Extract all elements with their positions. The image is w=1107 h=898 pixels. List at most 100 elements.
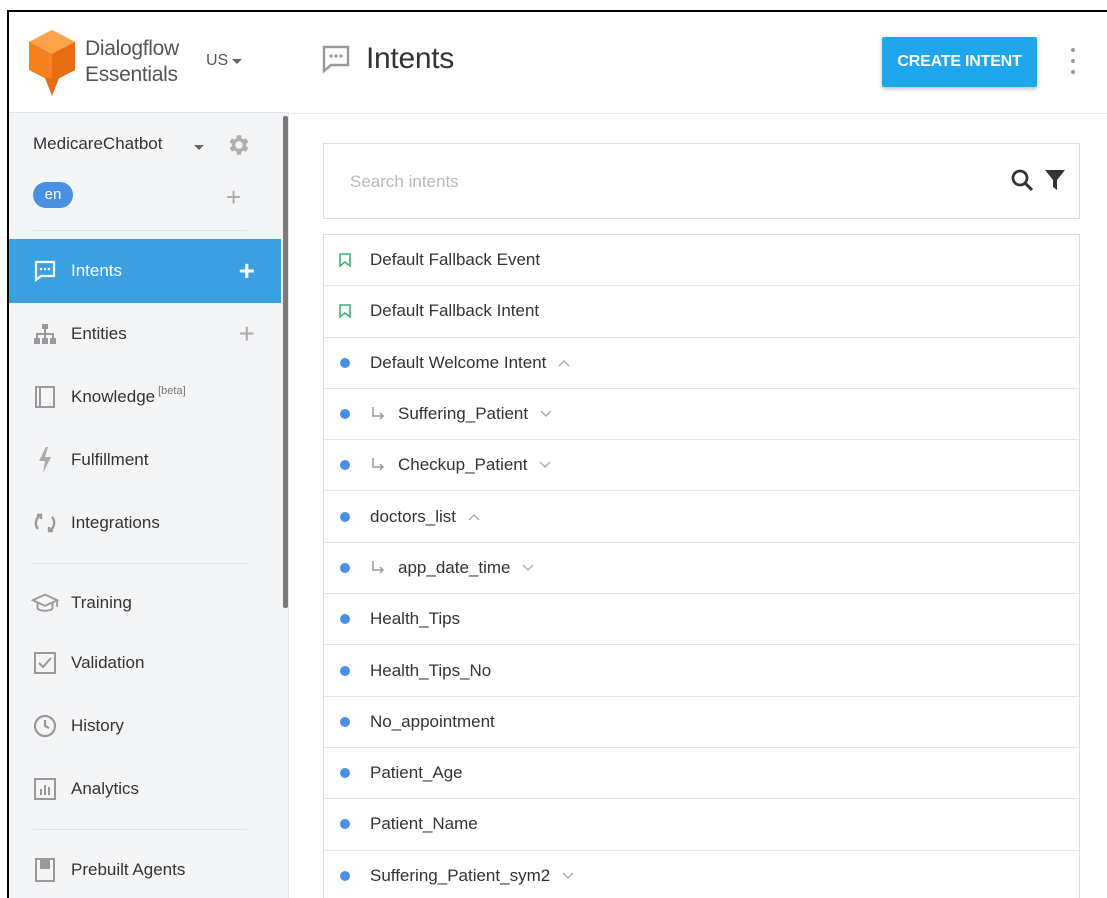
sidebar-item-entities[interactable]: Entities + [9, 302, 281, 366]
fulfillment-icon [31, 446, 59, 474]
divider [33, 829, 247, 830]
sidebar-item-label: Fulfillment [71, 450, 149, 469]
agent-selector[interactable]: MedicareChatbot [33, 134, 162, 154]
page-title: Intents [366, 42, 454, 75]
add-intent-icon[interactable]: + [239, 257, 255, 285]
agent-dropdown-icon[interactable] [194, 145, 204, 150]
sidebar-item-analytics[interactable]: Analytics [9, 757, 281, 821]
child-intent-arrow-icon [372, 560, 385, 574]
sidebar-item-fulfillment[interactable]: Fulfillment [9, 428, 281, 492]
intent-row[interactable]: Checkup_Patient [324, 440, 1079, 492]
chevron-down-icon[interactable] [522, 564, 534, 572]
sidebar-item-intents[interactable]: Intents + [9, 239, 281, 303]
brand-line1: Dialogflow [85, 37, 179, 60]
intent-name: Default Fallback Intent [370, 301, 540, 321]
sidebar-item-label: Entities [71, 324, 127, 343]
intent-row[interactable]: Default Fallback Event [324, 235, 1079, 287]
intent-name: doctors_list [370, 506, 456, 526]
intent-name: Default Fallback Event [370, 250, 541, 270]
intent-name: Health_Tips [370, 609, 461, 629]
intent-dot-icon [338, 357, 352, 368]
search-input[interactable] [350, 168, 970, 196]
sidebar-item-validation[interactable]: Validation [9, 631, 281, 695]
sidebar-item-label: History [71, 716, 124, 735]
intents-title-icon [322, 45, 350, 74]
intent-dot-icon [338, 870, 352, 881]
intents-icon [31, 257, 59, 285]
search-icon[interactable] [1010, 168, 1034, 192]
add-language-icon[interactable]: + [226, 184, 241, 210]
intent-row[interactable]: Patient_Age [324, 748, 1079, 800]
intent-dot-icon [338, 409, 352, 420]
intent-dot-icon [338, 819, 352, 830]
caret-down-icon [232, 58, 243, 64]
brand-name[interactable]: Dialogflow Essentials [85, 36, 179, 88]
intent-row[interactable]: Patient_Name [324, 799, 1079, 851]
divider [33, 230, 247, 231]
intent-dot-icon [338, 768, 352, 779]
sidebar-item-label: Integrations [71, 513, 160, 532]
intent-name: Suffering_Patient [398, 404, 529, 424]
sidebar-item-integrations[interactable]: Integrations [9, 491, 281, 555]
intent-name: Patient_Name [370, 814, 478, 834]
search-box [323, 143, 1080, 219]
main-content: Intents CREATE INTENT Default Fallback E… [290, 12, 1107, 898]
intents-list: Default Fallback Event Default Fallback I… [323, 234, 1080, 898]
sidebar-item-label: Analytics [71, 779, 140, 798]
chevron-down-icon[interactable] [539, 461, 551, 469]
brand-line2: Essentials [85, 63, 178, 86]
intent-name: No_appointment [370, 711, 495, 731]
page-header: Intents CREATE INTENT [290, 12, 1107, 114]
fallback-bookmark-icon [338, 253, 352, 268]
sidebar-item-training[interactable]: Training [9, 571, 281, 635]
beta-badge: [beta] [158, 385, 186, 397]
intent-name: Health_Tips_No [370, 660, 492, 680]
intent-name: Patient_Age [370, 763, 463, 783]
validation-icon [31, 649, 59, 677]
more-options-icon[interactable] [1067, 46, 1079, 76]
filter-icon[interactable] [1044, 169, 1066, 191]
region-selector[interactable]: US [206, 52, 243, 70]
chevron-up-icon[interactable] [468, 513, 480, 521]
prebuilt-agents-icon [31, 856, 59, 884]
analytics-icon [31, 775, 59, 803]
history-icon [31, 712, 59, 740]
gear-icon[interactable] [225, 132, 251, 158]
dialogflow-logo-icon [29, 30, 75, 96]
intent-dot-icon [338, 716, 352, 727]
intent-row[interactable]: No_appointment [324, 697, 1079, 748]
intent-dot-icon [338, 511, 352, 522]
sidebar-item-history[interactable]: History [9, 694, 281, 758]
intent-name: Default Welcome Intent [370, 352, 547, 372]
intent-row[interactable]: Default Welcome Intent [324, 338, 1079, 389]
intent-row[interactable]: Suffering_Patient [324, 389, 1079, 441]
sidebar-item-prebuilt-agents[interactable]: Prebuilt Agents [9, 838, 281, 898]
chevron-down-icon[interactable] [540, 410, 552, 418]
entities-icon [31, 320, 59, 348]
create-intent-button[interactable]: CREATE INTENT [882, 37, 1037, 87]
child-intent-arrow-icon [372, 458, 385, 471]
chevron-up-icon[interactable] [558, 359, 570, 367]
knowledge-icon [31, 383, 59, 411]
intent-row[interactable]: Health_Tips [324, 594, 1079, 646]
brand-header: Dialogflow Essentials US [9, 12, 289, 113]
intent-row[interactable]: Default Fallback Intent [324, 286, 1079, 338]
intent-row[interactable]: Health_Tips_No [324, 645, 1079, 697]
intent-name: app_date_time [398, 557, 511, 577]
fallback-bookmark-icon [338, 304, 352, 319]
intent-row[interactable]: app_date_time [324, 543, 1079, 595]
intent-row[interactable]: doctors_list [324, 491, 1079, 543]
region-label: US [206, 52, 229, 69]
chevron-down-icon[interactable] [562, 872, 574, 880]
intent-dot-icon [338, 562, 352, 573]
intent-row[interactable]: Suffering_Patient_sym2 [324, 851, 1079, 898]
intent-dot-icon [338, 460, 352, 471]
sidebar-item-label: Validation [71, 653, 145, 672]
sidebar-scrollbar[interactable] [283, 116, 288, 608]
sidebar-item-label: Knowledge [71, 387, 156, 406]
add-entity-icon[interactable]: + [239, 320, 255, 348]
training-icon [31, 589, 59, 617]
sidebar-item-label: Training [71, 593, 132, 612]
language-chip[interactable]: en [33, 182, 73, 208]
sidebar-item-knowledge[interactable]: Knowledge [beta] [9, 365, 281, 429]
